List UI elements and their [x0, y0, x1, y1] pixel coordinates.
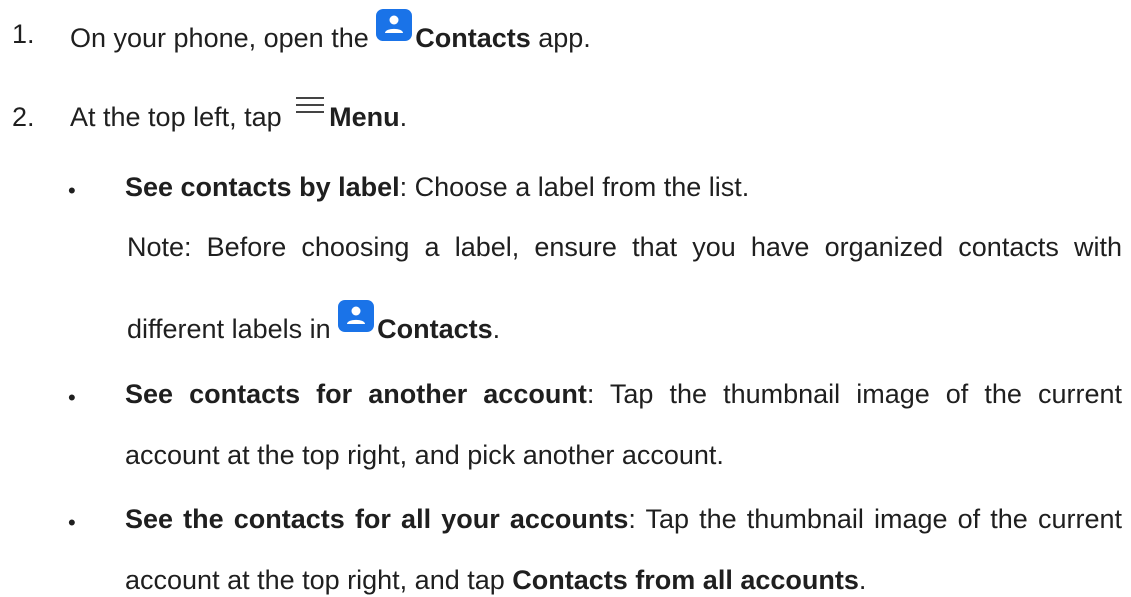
note-text-end: . [492, 314, 501, 344]
bullet-symbol: • [68, 385, 76, 410]
step-number: 1. [12, 19, 35, 49]
menu-icon [295, 94, 325, 116]
note-text: different labels in [127, 314, 339, 344]
bullet-symbol: • [68, 178, 76, 203]
bullet-continuation: account at the top right, and pick anoth… [125, 438, 724, 472]
contacts-from-all-accounts-label: Contacts from all accounts [512, 565, 859, 595]
bullet-text: : Choose a label from the list. [399, 172, 750, 202]
bullet-title: See contacts for another account [125, 379, 587, 409]
bullet-text: account at the top right, and tap [125, 565, 513, 595]
bullet-text: account at the top right, and pick anoth… [125, 440, 724, 470]
contacts-app-name: Contacts [377, 314, 493, 344]
contacts-app-icon [338, 300, 375, 332]
step-text-end: app. [530, 23, 591, 53]
bullet-text: : Tap the thumbnail image of the current [628, 504, 1122, 534]
bullet-symbol: • [68, 510, 76, 535]
bullet-title: See contacts by label [125, 172, 400, 202]
contacts-app-name: Contacts [415, 23, 531, 53]
bullet-text: : Tap the thumbnail image of the current [586, 379, 1122, 409]
bullet-text-end: . [858, 565, 867, 595]
step-text: At the top left, tap [70, 102, 290, 132]
note-line-2: different labels in Contacts. [127, 300, 501, 346]
bullet-title: See the contacts for all your accounts [125, 504, 629, 534]
step-number: 2. [12, 102, 35, 132]
note-line-1: Note: Before choosing a label, ensure th… [127, 230, 1122, 264]
contacts-app-icon [376, 9, 413, 41]
bullet-continuation: account at the top right, and tap Contac… [125, 563, 866, 597]
step-text: On your phone, open the [70, 23, 377, 53]
note-text: Note: Before choosing a label, ensure th… [127, 232, 1122, 262]
menu-label: Menu [329, 102, 400, 132]
step-text-end: . [399, 102, 408, 132]
